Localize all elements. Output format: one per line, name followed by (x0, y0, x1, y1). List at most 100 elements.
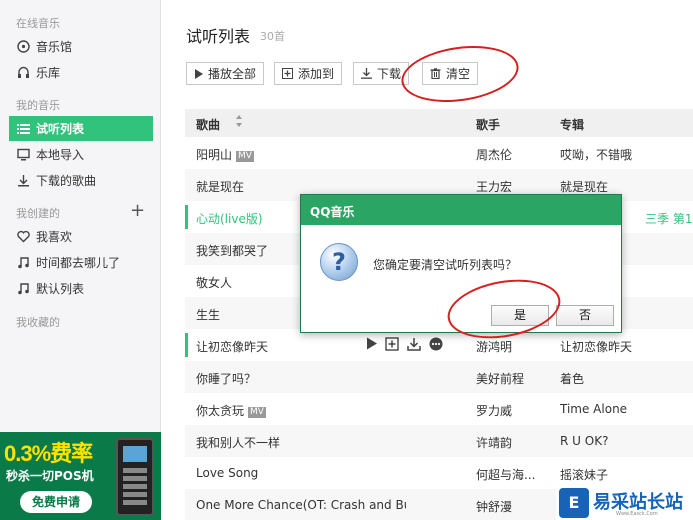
sidebar-item-label: 试听列表 (36, 122, 85, 136)
sidebar-item-label: 下载的歌曲 (36, 174, 97, 188)
album-name[interactable]: 摇滚妹子 (560, 466, 608, 483)
song-title[interactable]: One More Chance(OT: Crash and Bur... (196, 498, 406, 512)
ad-apply-button[interactable]: 免费申请 (20, 491, 92, 513)
add-playlist-button[interactable]: + (130, 202, 145, 220)
watermark: E 易采站长站 Www.Easck.Com (556, 485, 693, 520)
download-label: 下载 (377, 67, 402, 81)
artist-name[interactable]: 罗力威 (476, 402, 512, 419)
sidebar-item-music-hall[interactable]: 音乐馆 (9, 34, 153, 59)
song-title[interactable]: 就是现在 (196, 178, 244, 195)
play-all-label: 播放全部 (208, 67, 257, 81)
dialog-message: 您确定要清空试听列表吗？ (373, 258, 518, 272)
artist-name[interactable]: 钟舒漫 (476, 498, 512, 515)
sidebar-item-playlist-2[interactable]: 默认列表 (9, 276, 153, 301)
section-title-created: 我创建的 (16, 207, 60, 220)
song-title[interactable]: 心动(live版) (196, 210, 263, 227)
more-icon[interactable] (429, 337, 443, 354)
dialog-title[interactable]: QQ音乐 (301, 195, 621, 225)
sidebar-item-playlist-1[interactable]: 时间都去哪儿了 (9, 250, 153, 275)
song-title[interactable]: 我笑到都哭了 (196, 242, 268, 259)
table-row[interactable]: 让初恋像昨天 游鸿明 让初恋像昨天 (185, 329, 693, 361)
monitor-icon (16, 148, 30, 162)
music-note-icon (16, 282, 30, 296)
song-count: 30首 (260, 30, 285, 43)
album-name[interactable]: 着色 (560, 370, 584, 387)
album-name[interactable]: 就是现在 (560, 178, 608, 195)
sidebar-item-label: 乐库 (36, 66, 61, 80)
song-title[interactable]: 让初恋像昨天 (196, 338, 268, 355)
sidebar-item-local-import[interactable]: 本地导入 (9, 142, 153, 167)
sidebar-item-downloaded[interactable]: 下载的歌曲 (9, 168, 153, 193)
album-name[interactable]: 哎呦，不错哦 (560, 146, 632, 163)
watermark-text: 易采站长站 (593, 491, 683, 513)
artist-name[interactable]: 王力宏 (476, 178, 512, 195)
album-name[interactable]: Time Alone (560, 402, 627, 416)
song-title[interactable]: Love Song (196, 466, 258, 480)
section-title-my-music: 我的音乐 (16, 99, 60, 112)
artist-name[interactable]: 游鸿明 (476, 338, 512, 355)
no-button[interactable]: 否 (556, 305, 614, 326)
table-row[interactable]: 你太贪玩 MV 罗力威 Time Alone (185, 393, 693, 425)
artist-name[interactable]: 周杰伦 (476, 146, 512, 163)
download-icon (361, 68, 372, 79)
album-name[interactable]: 三季 第1期 (645, 210, 693, 227)
add-to-label: 添加到 (298, 67, 335, 81)
clear-label: 清空 (446, 67, 471, 81)
row-actions (366, 337, 443, 354)
add-icon[interactable] (385, 337, 399, 354)
mv-badge[interactable]: MV (236, 151, 254, 162)
mv-badge[interactable]: MV (248, 407, 266, 418)
album-name[interactable]: 让初恋像昨天 (560, 338, 632, 355)
watermark-url: Www.Easck.Com (616, 511, 658, 517)
pos-terminal-image (116, 438, 154, 516)
ad-headline: 0.3%费率 (4, 441, 93, 466)
song-title[interactable]: 你睡了吗？ (196, 370, 256, 387)
row-hover-indicator (185, 333, 188, 357)
play-icon[interactable] (366, 337, 377, 354)
song-title[interactable]: 敬女人 (196, 274, 232, 291)
song-title[interactable]: 我和别人不一样 (196, 434, 280, 451)
column-album[interactable]: 专辑 (560, 116, 584, 133)
page-title: 试听列表 (186, 27, 251, 46)
disc-icon (16, 40, 30, 54)
download-icon[interactable] (407, 337, 421, 354)
column-artist[interactable]: 歌手 (476, 116, 500, 133)
table-row[interactable]: 你睡了吗？ 美好前程 着色 (185, 361, 693, 393)
sidebar-item-trial-list[interactable]: 试听列表 (9, 116, 153, 141)
play-icon (194, 68, 203, 79)
download-button[interactable]: 下载 (353, 62, 410, 85)
watermark-logo: E (559, 487, 589, 518)
trash-icon (430, 68, 441, 79)
sidebar-item-favorites[interactable]: 我喜欢 (9, 224, 153, 249)
artist-name[interactable]: 美好前程 (476, 370, 524, 387)
download-icon (16, 174, 30, 188)
table-row[interactable]: 阳明山 MV 周杰伦 哎呦，不错哦 (185, 137, 693, 169)
sidebar-item-label: 音乐馆 (36, 40, 73, 54)
list-icon (16, 122, 30, 136)
ad-subline: 秒杀一切POS机 (6, 469, 94, 483)
heart-icon (16, 230, 30, 244)
plus-box-icon (282, 68, 293, 79)
artist-name[interactable]: 许靖韵 (476, 434, 512, 451)
sidebar-item-radio[interactable]: 乐库 (9, 60, 153, 85)
section-title-online: 在线音乐 (16, 17, 60, 30)
song-title[interactable]: 生生 (196, 306, 220, 323)
clear-button[interactable]: 清空 (422, 62, 479, 85)
sort-icon[interactable] (235, 114, 243, 131)
artist-name[interactable]: 何超与海... (476, 466, 535, 483)
yes-button[interactable]: 是 (491, 305, 549, 326)
music-note-icon (16, 256, 30, 270)
table-row[interactable]: 我和别人不一样 许靖韵 R U OK? (185, 425, 693, 457)
sidebar-item-label: 时间都去哪儿了 (36, 256, 121, 270)
column-song[interactable]: 歌曲 (196, 116, 220, 133)
sidebar-item-label: 本地导入 (36, 148, 85, 162)
headphones-icon (16, 66, 30, 80)
add-to-button[interactable]: 添加到 (274, 62, 343, 85)
table-header: 歌曲 歌手 专辑 (185, 109, 693, 137)
album-name[interactable]: R U OK? (560, 434, 608, 448)
song-title[interactable]: 你太贪玩 MV (196, 402, 266, 419)
play-all-button[interactable]: 播放全部 (186, 62, 265, 85)
song-title[interactable]: 阳明山 MV (196, 146, 254, 163)
ad-banner[interactable]: 0.3%费率 秒杀一切POS机 免费申请 (0, 432, 161, 520)
question-icon: ? (320, 243, 358, 281)
